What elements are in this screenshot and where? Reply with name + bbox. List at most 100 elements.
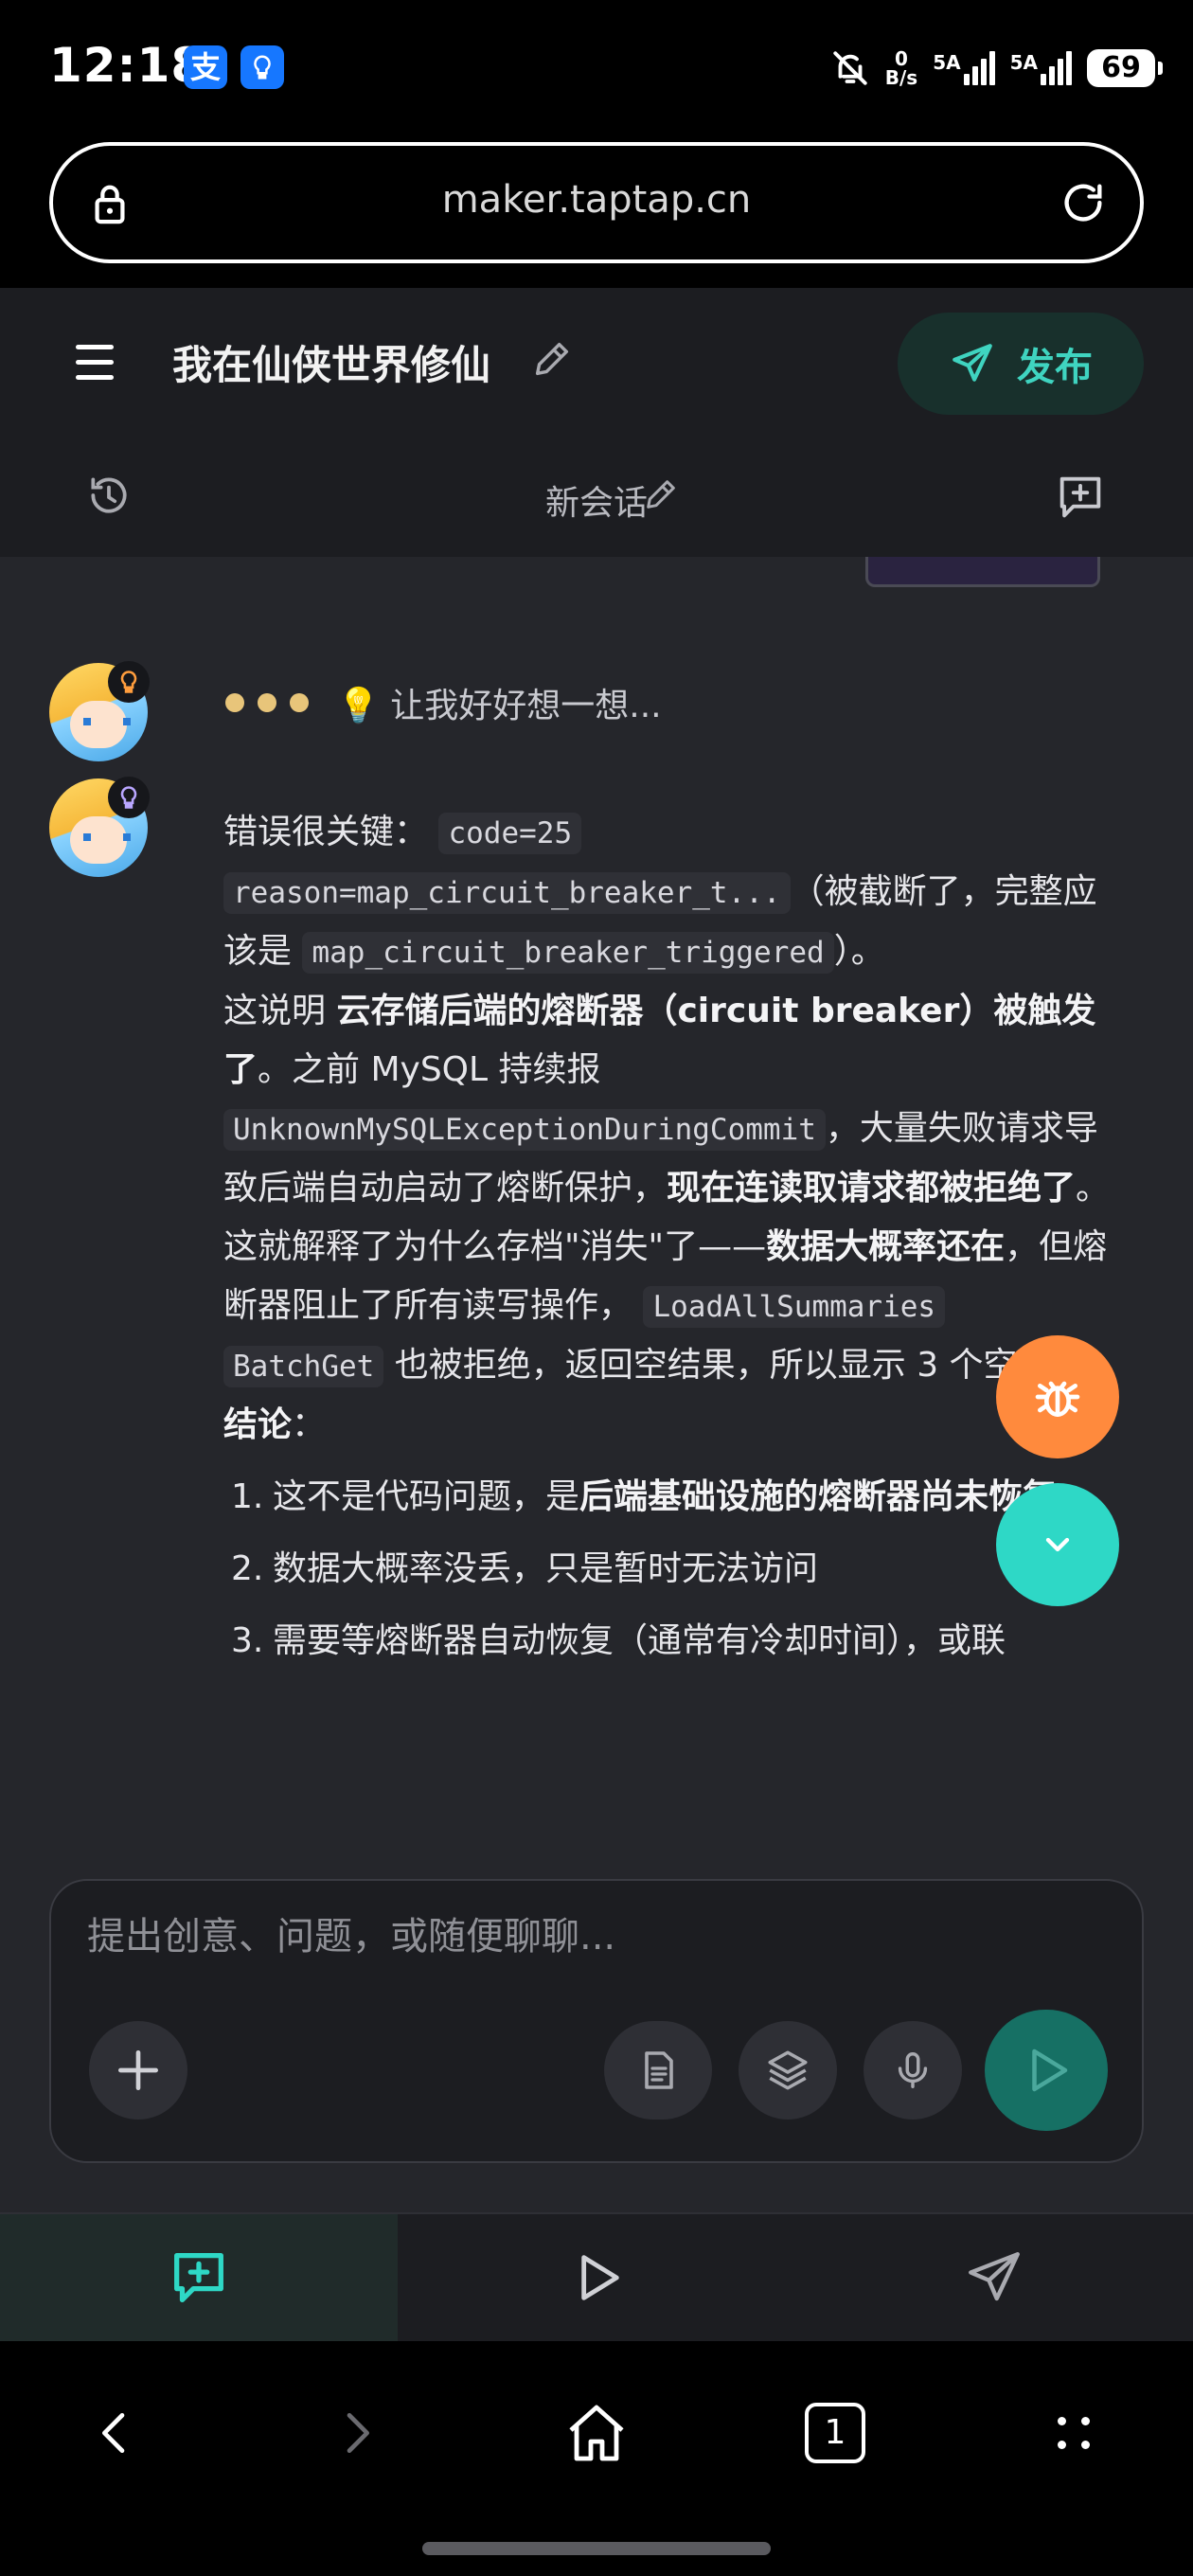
home-button[interactable] (553, 2390, 640, 2476)
app-header: 我在仙侠世界修仙 发布 新会话 (0, 288, 1193, 557)
list-number: 2. (231, 1549, 264, 1588)
home-icon (569, 2405, 624, 2461)
tabs-count: 1 (824, 2413, 846, 2452)
status-indicators: 0 B/s 5A 5A 69 (830, 42, 1163, 95)
more-button[interactable] (1036, 2390, 1112, 2476)
net-speed: 0 B/s (885, 49, 917, 87)
send-button[interactable] (985, 2010, 1108, 2131)
add-attachment-button[interactable] (89, 2021, 187, 2120)
reload-icon[interactable] (1059, 178, 1108, 227)
status-time: 12:18 (49, 38, 205, 93)
text: 这就解释了为什么存档"消失"了—— (223, 1227, 767, 1266)
status-bar: 12:18 支 0 B/s 5A 5A 69 (0, 0, 1193, 140)
text: ： (292, 1405, 327, 1444)
play-icon (581, 2255, 619, 2300)
voice-input-button[interactable] (864, 2021, 962, 2120)
inline-code: UnknownMySQLExceptionDuringCommit (223, 1109, 826, 1151)
tabs-button[interactable]: 1 (792, 2390, 879, 2476)
assistant-avatar (49, 661, 150, 761)
signal-2-label: 5A (1009, 51, 1038, 74)
inline-code: code=25 (438, 813, 582, 854)
conclusion-list: 1. 这不是代码问题，是后端基础设施的熔断器尚未恢复 2. 数据大概率没丢，只是… (223, 1468, 1113, 1671)
session-title[interactable]: 新会话 (0, 475, 1193, 525)
text: 数据大概率没丢，只是暂时无法访问 (273, 1549, 819, 1588)
list-number: 3. (231, 1621, 264, 1660)
net-speed-unit: B/s (884, 66, 918, 89)
layers-icon (768, 2050, 808, 2090)
message-paragraph-3: 这就解释了为什么存档"消失"了——数据大概率还在，但熔断器阻止了所有读写操作， … (223, 1218, 1113, 1396)
text: 。 (1076, 1169, 1111, 1208)
list-item: 2. 数据大概率没丢，只是暂时无法访问 (223, 1540, 1113, 1599)
more-icon (1058, 2417, 1090, 2449)
text: ）。 (833, 932, 885, 971)
assistant-avatar (49, 777, 150, 877)
thinking-text: 💡 让我好好想一想... (337, 687, 662, 725)
text: 这说明 (223, 992, 327, 1030)
url-text: maker.taptap.cn (441, 178, 752, 222)
forward-icon (347, 2413, 369, 2453)
tabs-icon: 1 (805, 2403, 865, 2463)
inline-code: BatchGet (223, 1346, 384, 1387)
list-item: 1. 这不是代码问题，是后端基础设施的熔断器尚未恢复 (223, 1468, 1113, 1527)
publish-button[interactable]: 发布 (898, 313, 1144, 415)
text: 需要等熔断器自动恢复（通常有冷却时间），或联 (273, 1621, 1006, 1660)
send-plane-icon (953, 344, 992, 382)
text: 这不是代码问题，是 (273, 1477, 580, 1516)
layers-button[interactable] (739, 2021, 837, 2120)
text: 。之前 MySQL 持续报 (258, 1050, 601, 1089)
chat-add-icon (174, 2253, 223, 2302)
microphone-icon (898, 2052, 928, 2088)
bulb-icon (108, 661, 150, 703)
home-indicator[interactable] (422, 2542, 771, 2555)
plus-icon (118, 2050, 159, 2090)
signal-1-label: 5A (933, 51, 961, 74)
signal-1: 5A (933, 51, 995, 85)
tab-publish[interactable] (795, 2214, 1193, 2341)
chevron-down-icon (1045, 1537, 1070, 1552)
alipay-notification-icon: 支 (184, 45, 227, 89)
menu-icon[interactable] (76, 345, 121, 383)
bold-text: 现在连读取请求都被拒绝了 (667, 1169, 1077, 1208)
new-chat-icon[interactable] (1053, 470, 1108, 525)
scroll-to-bottom-button[interactable] (996, 1483, 1119, 1606)
chat-input[interactable] (87, 1915, 1034, 1959)
address-bar[interactable]: maker.taptap.cn (49, 142, 1144, 263)
bold-text: 后端基础设施的熔断器尚未恢复 (579, 1477, 1058, 1516)
composer (49, 1879, 1144, 2163)
bug-icon (1035, 1381, 1080, 1417)
document-button[interactable] (604, 2021, 712, 2120)
text: 错误很关键： (223, 813, 429, 851)
back-icon (102, 2413, 125, 2453)
play-icon (1032, 2048, 1068, 2092)
debug-button[interactable] (996, 1335, 1119, 1458)
net-speed-value: 0 (895, 47, 908, 70)
assistant-message: 错误很关键： code=25 reason=map_circuit_breake… (223, 803, 1113, 1684)
inline-code: reason=map_circuit_breaker_t... (223, 872, 791, 914)
bold-text: 数据大概率还在 (766, 1227, 1006, 1266)
text: 也被拒绝，返回空结果，所以显示 3 个空位。 (394, 1346, 1086, 1385)
pencil-icon[interactable] (530, 337, 574, 381)
back-button[interactable] (78, 2390, 153, 2476)
thinking-indicator: 💡 让我好好想一想... (225, 678, 662, 727)
inline-code: LoadAllSummaries (643, 1286, 946, 1328)
bold-text: 结论 (223, 1405, 293, 1444)
tab-play[interactable] (398, 2214, 795, 2341)
document-icon (645, 2051, 673, 2089)
project-title: 我在仙侠世界修仙 (172, 342, 491, 388)
send-plane-icon (969, 2252, 1020, 2301)
list-number: 1. (231, 1477, 264, 1516)
inline-code: map_circuit_breaker_triggered (302, 932, 834, 974)
bottom-tab-bar (0, 2212, 1193, 2341)
bulb-notification-icon (240, 45, 284, 89)
pencil-icon[interactable] (642, 475, 680, 513)
tab-chat[interactable] (0, 2214, 398, 2341)
bulb-icon (108, 777, 150, 818)
message-paragraph-2: 这说明 云存储后端的熔断器（circuit breaker）被触发了。之前 My… (223, 982, 1113, 1218)
message-paragraph-1: 错误很关键： code=25 reason=map_circuit_breake… (223, 803, 1113, 982)
publish-label: 发布 (1017, 346, 1093, 389)
previous-image-thumbnail[interactable] (865, 557, 1100, 587)
battery-indicator: 69 (1087, 49, 1163, 87)
bell-off-icon (833, 51, 867, 85)
conclusion-heading: 结论： (223, 1396, 1113, 1455)
forward-button[interactable] (318, 2390, 394, 2476)
